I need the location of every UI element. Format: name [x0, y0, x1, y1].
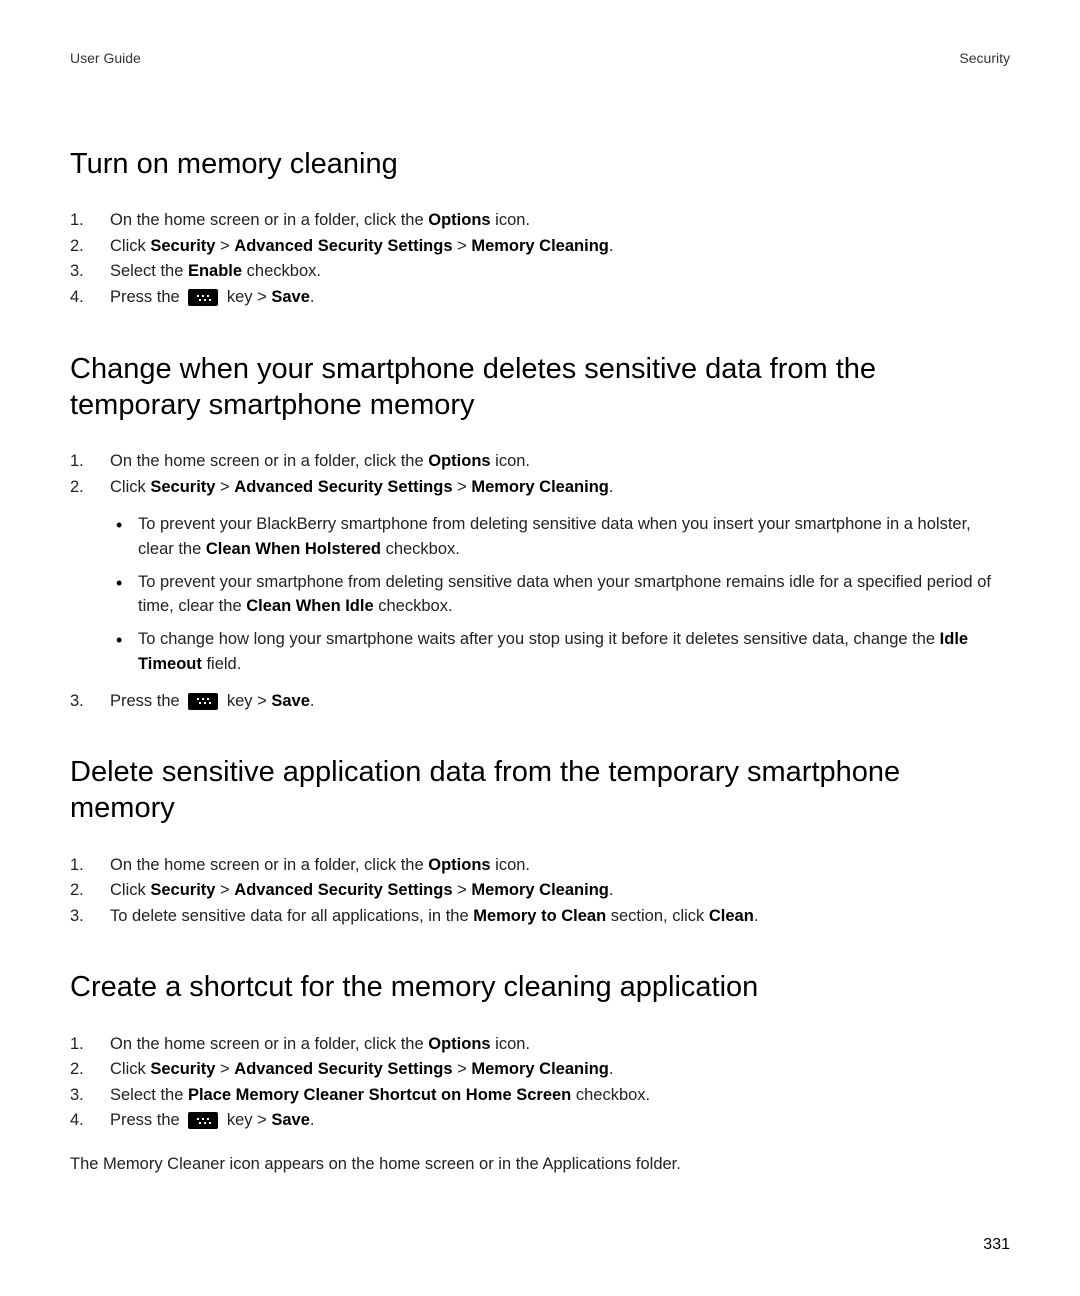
- bold-term: Security: [150, 881, 215, 899]
- step-content: On the home screen or in a folder, click…: [110, 1032, 1010, 1058]
- bullet-item: To change how long your smartphone waits…: [110, 627, 1010, 677]
- step-number: 1.: [70, 1032, 110, 1058]
- page-container: User Guide Security Turn on memory clean…: [0, 0, 1080, 1217]
- bold-term: Clean When Holstered: [206, 540, 381, 558]
- page-header: User Guide Security: [70, 50, 1010, 66]
- bold-term: Memory to Clean: [473, 907, 606, 925]
- bold-term: Security: [150, 1060, 215, 1078]
- bold-term: Save: [271, 288, 310, 306]
- bold-term: Security: [150, 237, 215, 255]
- page-number: 331: [983, 1236, 1010, 1254]
- steps-list: 1.On the home screen or in a folder, cli…: [70, 208, 1010, 310]
- bold-term: Memory Cleaning: [471, 237, 609, 255]
- bold-term: Advanced Security Settings: [234, 478, 452, 496]
- step-item: 2.Click Security > Advanced Security Set…: [70, 1057, 1010, 1083]
- bold-term: Advanced Security Settings: [234, 237, 452, 255]
- bold-term: Advanced Security Settings: [234, 1060, 452, 1078]
- bold-term: Memory Cleaning: [471, 478, 609, 496]
- step-content: Click Security > Advanced Security Setti…: [110, 878, 1010, 904]
- step-number: 4.: [70, 1108, 110, 1134]
- step-content: On the home screen or in a folder, click…: [110, 853, 1010, 879]
- section-heading: Create a shortcut for the memory cleanin…: [70, 969, 1010, 1005]
- step-number: 2.: [70, 475, 110, 501]
- step-number: 1.: [70, 208, 110, 234]
- bullet-item: To prevent your smartphone from deleting…: [110, 570, 1010, 620]
- bold-term: Clean: [709, 907, 754, 925]
- step-content: Select the Enable checkbox.: [110, 259, 1010, 285]
- steps-list: 1.On the home screen or in a folder, cli…: [70, 449, 1010, 714]
- blackberry-key-icon: [188, 1112, 218, 1129]
- steps-list: 1.On the home screen or in a folder, cli…: [70, 853, 1010, 930]
- step-number: 2.: [70, 1057, 110, 1083]
- step-item: 1.On the home screen or in a folder, cli…: [70, 208, 1010, 234]
- body-paragraph: The Memory Cleaner icon appears on the h…: [70, 1152, 1010, 1177]
- step-number: 3.: [70, 259, 110, 285]
- step-content: Click Security > Advanced Security Setti…: [110, 475, 1010, 689]
- step-item: 2.Click Security > Advanced Security Set…: [70, 475, 1010, 689]
- step-number: 3.: [70, 689, 110, 715]
- step-item: 1.On the home screen or in a folder, cli…: [70, 1032, 1010, 1058]
- bold-term: Idle Timeout: [138, 630, 968, 673]
- step-item: 3.Press the key > Save.: [70, 689, 1010, 715]
- bold-term: Options: [428, 452, 490, 470]
- step-item: 3.Select the Enable checkbox.: [70, 259, 1010, 285]
- header-right-label: Security: [959, 50, 1010, 66]
- step-content: Press the key > Save.: [110, 689, 1010, 715]
- step-content: Press the key > Save.: [110, 1108, 1010, 1134]
- bullet-list: To prevent your BlackBerry smartphone fr…: [110, 512, 1010, 677]
- step-item: 4.Press the key > Save.: [70, 1108, 1010, 1134]
- bold-term: Place Memory Cleaner Shortcut on Home Sc…: [188, 1086, 571, 1104]
- blackberry-key-icon: [188, 693, 218, 710]
- step-item: 3.Select the Place Memory Cleaner Shortc…: [70, 1083, 1010, 1109]
- bold-term: Advanced Security Settings: [234, 881, 452, 899]
- bold-term: Clean When Idle: [246, 597, 373, 615]
- bold-term: Security: [150, 478, 215, 496]
- step-item: 3.To delete sensitive data for all appli…: [70, 904, 1010, 930]
- section-heading: Turn on memory cleaning: [70, 146, 1010, 182]
- step-number: 1.: [70, 449, 110, 475]
- bold-term: Save: [271, 692, 310, 710]
- step-number: 1.: [70, 853, 110, 879]
- step-content: Click Security > Advanced Security Setti…: [110, 234, 1010, 260]
- step-number: 2.: [70, 878, 110, 904]
- section-heading: Change when your smartphone deletes sens…: [70, 351, 1010, 424]
- step-item: 1.On the home screen or in a folder, cli…: [70, 449, 1010, 475]
- step-item: 2.Click Security > Advanced Security Set…: [70, 878, 1010, 904]
- step-number: 4.: [70, 285, 110, 311]
- step-content: Select the Place Memory Cleaner Shortcut…: [110, 1083, 1010, 1109]
- bold-term: Options: [428, 211, 490, 229]
- content-body: Turn on memory cleaning1.On the home scr…: [70, 146, 1010, 1177]
- header-left-label: User Guide: [70, 50, 141, 66]
- bold-term: Memory Cleaning: [471, 1060, 609, 1078]
- step-item: 1.On the home screen or in a folder, cli…: [70, 853, 1010, 879]
- section-heading: Delete sensitive application data from t…: [70, 754, 1010, 827]
- step-content: On the home screen or in a folder, click…: [110, 208, 1010, 234]
- bold-term: Options: [428, 1035, 490, 1053]
- step-number: 2.: [70, 234, 110, 260]
- step-number: 3.: [70, 904, 110, 930]
- step-content: Press the key > Save.: [110, 285, 1010, 311]
- step-content: Click Security > Advanced Security Setti…: [110, 1057, 1010, 1083]
- bold-term: Enable: [188, 262, 242, 280]
- step-item: 4.Press the key > Save.: [70, 285, 1010, 311]
- blackberry-key-icon: [188, 289, 218, 306]
- step-content: On the home screen or in a folder, click…: [110, 449, 1010, 475]
- steps-list: 1.On the home screen or in a folder, cli…: [70, 1032, 1010, 1134]
- step-content: To delete sensitive data for all applica…: [110, 904, 1010, 930]
- bold-term: Save: [271, 1111, 310, 1129]
- bold-term: Options: [428, 856, 490, 874]
- step-item: 2.Click Security > Advanced Security Set…: [70, 234, 1010, 260]
- bold-term: Memory Cleaning: [471, 881, 609, 899]
- step-number: 3.: [70, 1083, 110, 1109]
- bullet-item: To prevent your BlackBerry smartphone fr…: [110, 512, 1010, 562]
